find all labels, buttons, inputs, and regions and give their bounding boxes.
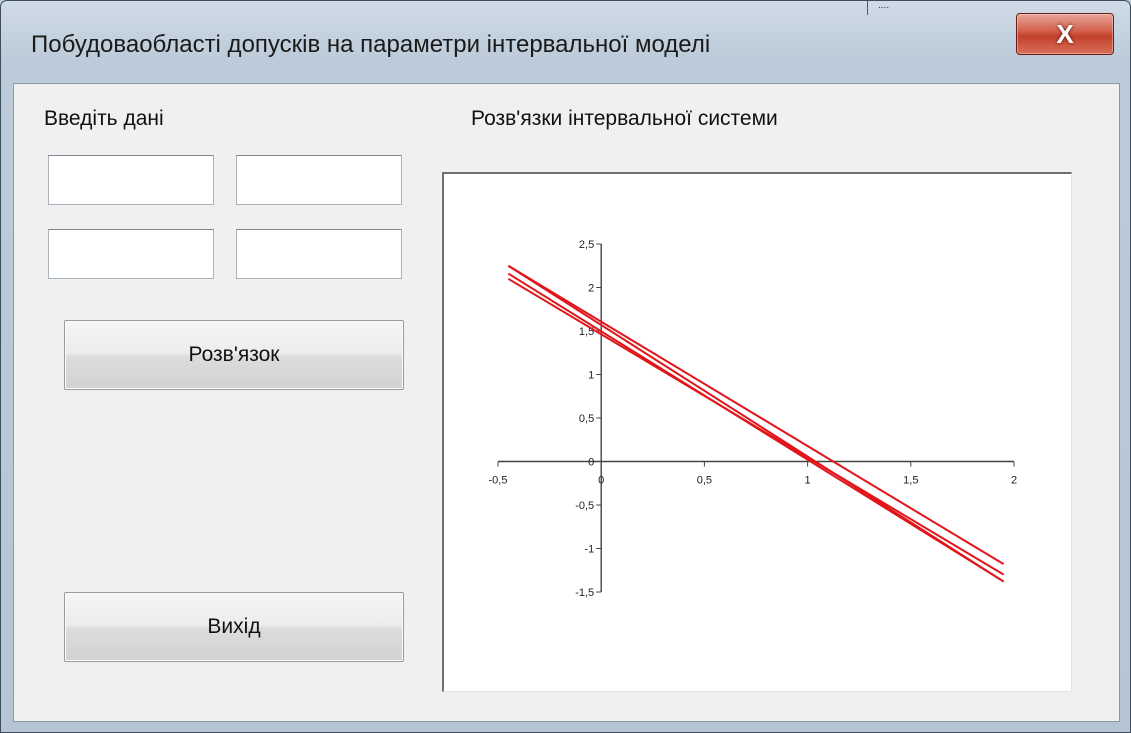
dialog-window: Побудоваобласті допусків на параметри ін…: [0, 0, 1131, 733]
x-tick-label: 0: [598, 475, 604, 487]
input-label: Введіть дані: [44, 107, 164, 130]
y-tick-label: -1: [584, 544, 594, 556]
x-tick-label: 1,5: [903, 475, 918, 487]
input-field-1[interactable]: [48, 155, 214, 205]
chart-label: Розв'язки інтервальної системи: [471, 107, 778, 130]
y-tick-label: 2: [588, 283, 594, 295]
close-button[interactable]: X: [1016, 13, 1114, 55]
x-tick-label: 0,5: [697, 475, 712, 487]
y-tick-label: -0,5: [575, 500, 594, 512]
y-tick-label: 1: [588, 370, 594, 382]
y-tick-label: -1,5: [575, 587, 594, 599]
y-tick-label: 0,5: [579, 413, 594, 425]
solve-button[interactable]: Розв'язок: [64, 320, 404, 390]
title-bar[interactable]: Побудоваобласті допусків на параметри ін…: [1, 1, 1130, 79]
x-tick-label: 1: [805, 475, 811, 487]
form-client-area: Введіть дані Розв'язки інтервальної сист…: [13, 83, 1120, 722]
y-tick-label: 0: [588, 457, 594, 469]
input-field-3[interactable]: [48, 229, 214, 279]
input-field-2[interactable]: [236, 155, 402, 205]
x-tick-label: -0,5: [489, 475, 508, 487]
close-icon: X: [1056, 18, 1074, 49]
y-tick-label: 2,5: [579, 239, 594, 251]
input-field-4[interactable]: [236, 229, 402, 279]
exit-button[interactable]: Вихід: [64, 592, 404, 662]
chart-panel: -0,5 0 0,5 1 1,5 2 2,5 2 1,5 1 0,5 0 -0,5 -1 -1,5: [442, 172, 1072, 692]
solution-chart: -0,5 0 0,5 1 1,5 22,521,510,50-0,5-1-1,5: [489, 239, 1018, 599]
window-title: Побудоваобласті допусків на параметри ін…: [31, 31, 711, 58]
x-tick-label: 2: [1011, 475, 1017, 487]
resize-grip-icon[interactable]: ....: [867, 1, 903, 15]
